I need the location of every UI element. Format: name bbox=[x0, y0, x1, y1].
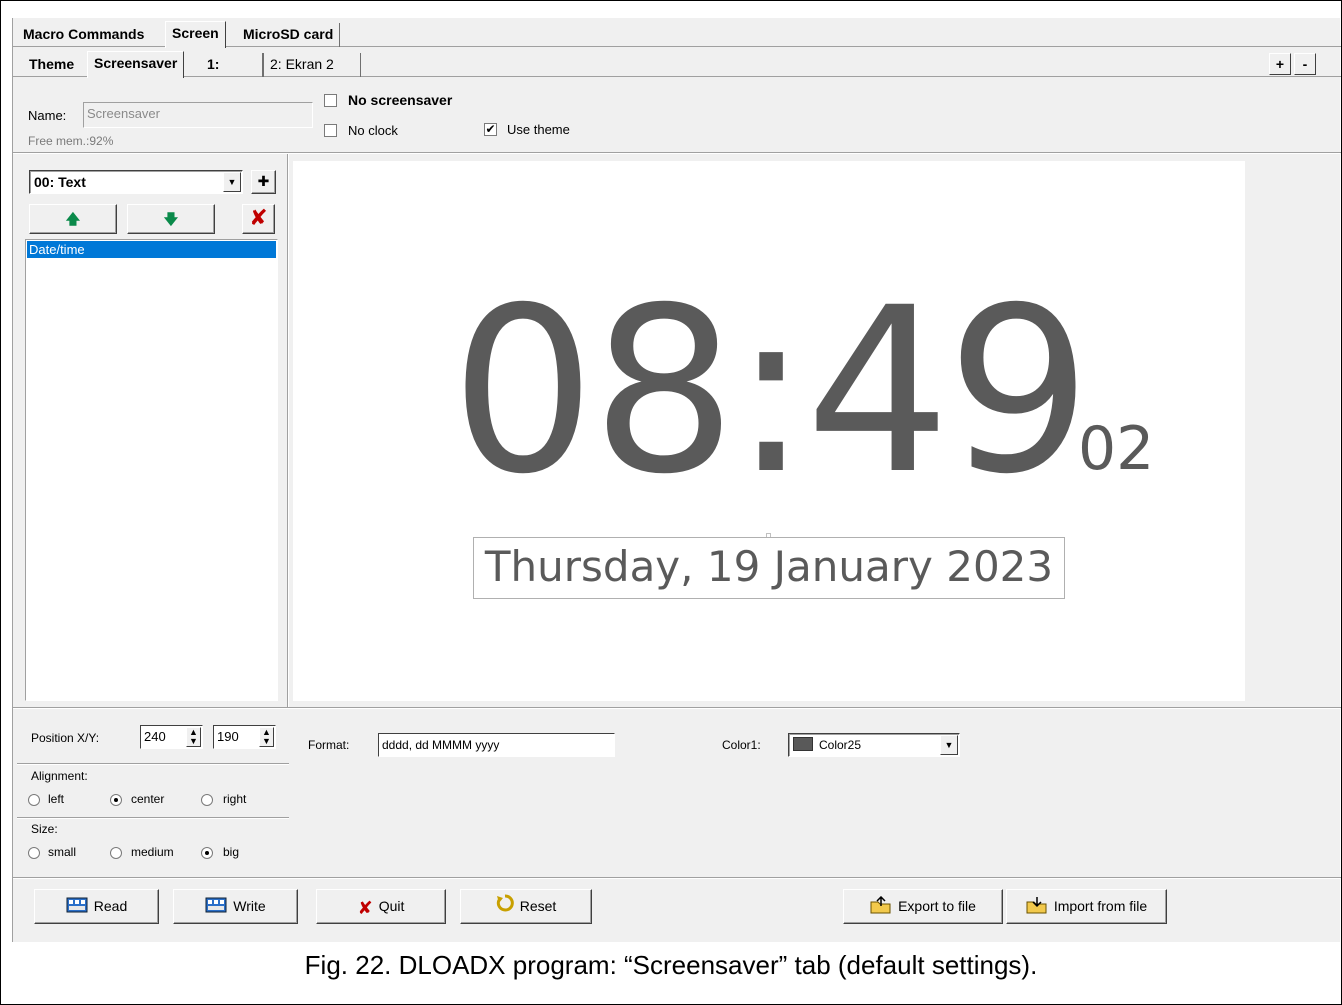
alignment-divider bbox=[17, 817, 289, 819]
figure-caption: Fig. 22. DLOADX program: “Screensaver” t… bbox=[304, 950, 1038, 980]
delete-x-icon: ✘ bbox=[249, 205, 268, 230]
add-tab-button[interactable]: + bbox=[1269, 53, 1291, 75]
tab-microsd-card[interactable]: MicroSD card bbox=[237, 23, 341, 47]
element-list[interactable]: Date/time bbox=[25, 239, 278, 701]
size-big-radio[interactable] bbox=[201, 847, 213, 859]
read-icon bbox=[66, 893, 88, 926]
name-field[interactable]: Screensaver bbox=[83, 102, 313, 128]
export-button[interactable]: Export to file bbox=[843, 889, 1003, 924]
use-theme-label: Use theme bbox=[507, 122, 570, 137]
spin-updown-icon[interactable]: ▲ ▼ bbox=[259, 727, 274, 747]
screen-preview[interactable]: 08:49 02 Thursday, 19 January 2023 bbox=[293, 161, 1245, 701]
position-divider bbox=[17, 763, 289, 765]
no-screensaver-label: No screensaver bbox=[348, 92, 453, 108]
align-right-label: right bbox=[223, 792, 247, 806]
alignment-label: Alignment: bbox=[31, 769, 88, 783]
tab-screen[interactable]: Screen bbox=[165, 21, 226, 48]
tab-theme[interactable]: Theme bbox=[23, 53, 80, 77]
sub-tab-bar: Theme Screensaver 1: 2: Ekran 2 + - bbox=[13, 51, 1341, 78]
position-label: Position X/Y: bbox=[31, 731, 100, 745]
no-clock-checkbox[interactable] bbox=[324, 124, 337, 137]
size-small-radio[interactable] bbox=[28, 847, 40, 859]
main-tab-bar: Macro Commands Screen MicroSD card bbox=[13, 21, 1341, 48]
tab-macro-commands[interactable]: Macro Commands bbox=[17, 23, 150, 47]
size-small-label: small bbox=[48, 845, 77, 859]
free-memory-label: Free mem.:92% bbox=[28, 134, 114, 148]
no-clock-label: No clock bbox=[348, 123, 398, 138]
panel-divider bbox=[287, 154, 289, 707]
format-label: Format: bbox=[308, 738, 350, 752]
size-big-label: big bbox=[223, 845, 240, 859]
position-x-spinner[interactable]: 240 ▲ ▼ bbox=[140, 725, 203, 749]
size-label: Size: bbox=[31, 822, 58, 836]
preview-divider bbox=[13, 707, 1341, 709]
quit-button[interactable]: ✘ Quit bbox=[316, 889, 446, 924]
chevron-down-icon[interactable]: ▼ bbox=[940, 735, 958, 755]
read-button[interactable]: Read bbox=[34, 889, 159, 924]
align-right-radio[interactable] bbox=[201, 794, 213, 806]
color-select-value: Color25 bbox=[819, 738, 862, 752]
position-y-spinner[interactable]: 190 ▲ ▼ bbox=[213, 725, 276, 749]
plus-icon: ✚ bbox=[257, 173, 270, 189]
folder-export-icon bbox=[870, 893, 892, 926]
write-label: Write bbox=[233, 898, 266, 914]
spin-updown-icon[interactable]: ▲ ▼ bbox=[186, 727, 201, 747]
delete-element-button[interactable]: ✘ bbox=[242, 204, 275, 234]
use-theme-checkbox[interactable]: ✔ bbox=[484, 123, 497, 136]
chevron-down-icon[interactable]: ▼ bbox=[223, 172, 241, 192]
align-center-label: center bbox=[131, 792, 165, 806]
import-button[interactable]: Import from file bbox=[1006, 889, 1167, 924]
quit-label: Quit bbox=[378, 898, 405, 914]
align-center-radio[interactable] bbox=[110, 794, 122, 806]
align-left-radio[interactable] bbox=[28, 794, 40, 806]
tab-screensaver[interactable]: Screensaver bbox=[87, 51, 185, 78]
tab-screen-1[interactable]: 1: bbox=[201, 53, 263, 77]
no-screensaver-checkbox[interactable] bbox=[324, 94, 337, 107]
position-y-value: 190 bbox=[217, 729, 239, 744]
color-swatch bbox=[793, 737, 813, 751]
color-label: Color1: bbox=[722, 738, 761, 752]
name-label: Name: bbox=[28, 108, 67, 123]
element-select-value: 00: Text bbox=[34, 174, 86, 190]
reset-icon bbox=[496, 893, 514, 926]
arrow-up-icon: 🡅 bbox=[65, 211, 81, 227]
reset-button[interactable]: Reset bbox=[460, 889, 592, 924]
write-icon bbox=[205, 893, 227, 926]
add-element-button[interactable]: ✚ bbox=[251, 170, 276, 194]
format-field[interactable]: dddd, dd MMMM yyyy bbox=[378, 733, 615, 757]
header-divider bbox=[13, 152, 1341, 154]
date-text-element[interactable]: Thursday, 19 January 2023 bbox=[473, 537, 1065, 599]
move-up-button[interactable]: 🡅 bbox=[29, 204, 117, 234]
size-medium-label: medium bbox=[131, 845, 174, 859]
tab-screen-2[interactable]: 2: Ekran 2 bbox=[263, 53, 361, 77]
remove-tab-button[interactable]: - bbox=[1294, 53, 1316, 75]
clock-seconds: 02 bbox=[1078, 414, 1155, 484]
import-label: Import from file bbox=[1053, 898, 1148, 914]
list-item[interactable]: Date/time bbox=[27, 241, 276, 258]
buttons-divider bbox=[13, 877, 1341, 879]
arrow-down-icon: 🡇 bbox=[163, 211, 179, 227]
align-left-label: left bbox=[48, 792, 65, 806]
dloadx-window: Macro Commands Screen MicroSD card Theme… bbox=[12, 18, 1341, 942]
move-down-button[interactable]: 🡇 bbox=[127, 204, 215, 234]
folder-import-icon bbox=[1026, 893, 1048, 926]
position-x-value: 240 bbox=[144, 729, 166, 744]
size-medium-radio[interactable] bbox=[110, 847, 122, 859]
reset-label: Reset bbox=[519, 898, 557, 914]
checkmark-icon: ✔ bbox=[485, 122, 496, 136]
write-button[interactable]: Write bbox=[173, 889, 298, 924]
color-select[interactable]: Color25 ▼ bbox=[788, 733, 960, 757]
read-label: Read bbox=[93, 898, 128, 914]
element-select[interactable]: 00: Text ▼ bbox=[29, 170, 243, 194]
export-label: Export to file bbox=[898, 898, 976, 914]
close-icon: ✘ bbox=[357, 898, 373, 918]
